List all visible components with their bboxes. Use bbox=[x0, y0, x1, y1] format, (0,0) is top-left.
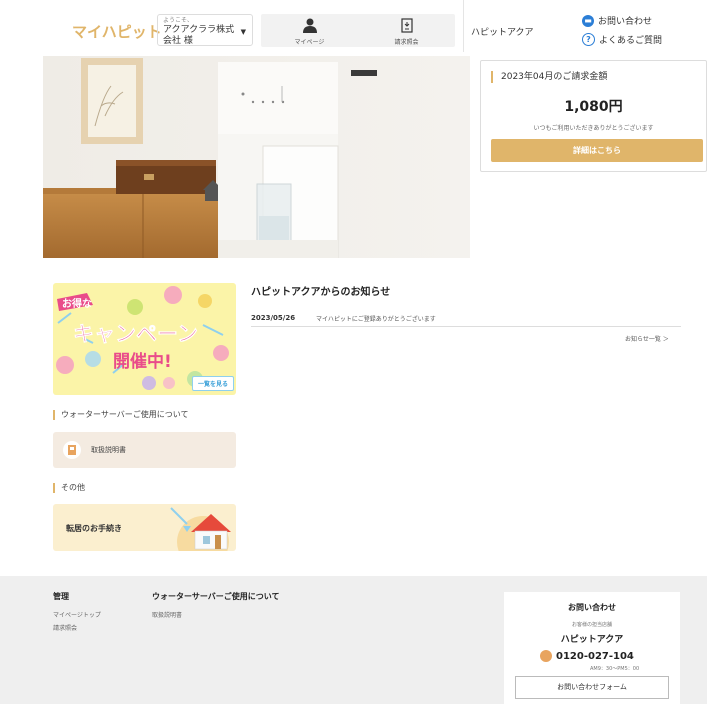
section-other: その他 bbox=[53, 483, 85, 493]
footer-contact-card: お問い合わせ お客様の担当店舗 ハピットアクア 0120-027-104 AM9… bbox=[504, 592, 680, 704]
logo[interactable]: マイハピット bbox=[72, 21, 162, 42]
billing-card: 2023年04月のご請求金額 1,080円 いつもご利用いただきありがとうござい… bbox=[480, 60, 707, 172]
footer-link-mypage[interactable]: マイページトップ bbox=[53, 610, 101, 619]
user-company-line2: 会社 様 bbox=[163, 36, 193, 46]
section-water-server: ウォーターサーバーご使用について bbox=[53, 410, 189, 420]
question-icon: ? bbox=[582, 33, 595, 46]
footer-hours: AM9：30～PM5：00 bbox=[590, 666, 640, 672]
news-text: マイハピットにご登録ありがとうございます bbox=[316, 316, 436, 323]
footer-link-manual[interactable]: 取扱説明書 bbox=[152, 610, 182, 619]
contact-link[interactable]: ▬ お問い合わせ bbox=[582, 14, 652, 27]
person-icon bbox=[302, 18, 317, 33]
campaign-line1: キャンペーン bbox=[73, 322, 198, 346]
invoice-icon bbox=[400, 18, 413, 33]
footer-link-billing[interactable]: 請求照会 bbox=[53, 623, 77, 632]
user-selector[interactable]: ようこそ、 アクアクララ株式 会社 様 ▼ bbox=[157, 14, 253, 46]
nav-mypage[interactable]: マイページ bbox=[261, 14, 358, 47]
nav-billing[interactable]: 請求照会 bbox=[358, 14, 455, 47]
caret-down-icon: ▼ bbox=[240, 28, 246, 36]
footer: 管理 マイページトップ 請求照会 ウォーターサーバーご使用について 取扱説明書 … bbox=[0, 576, 707, 704]
phone-icon bbox=[540, 650, 552, 662]
billing-amount: 1,080円 bbox=[564, 99, 623, 115]
moving-procedure-button[interactable]: 転居のお手続き bbox=[53, 504, 236, 551]
footer-contact-subtitle: お客様の担当店舗 bbox=[571, 622, 612, 628]
billing-thanks: いつもご利用いただきありがとうございます bbox=[533, 125, 654, 132]
footer-col-manage-title: 管理 bbox=[53, 592, 69, 601]
footer-phone-number: 0120-027-104 bbox=[556, 650, 634, 662]
campaign-line2: 開催中! bbox=[113, 351, 172, 372]
billing-title: 2023年04月のご請求金額 bbox=[491, 71, 607, 83]
water-server-photo bbox=[43, 56, 470, 258]
news-title: ハピットアクアからのお知らせ bbox=[251, 287, 391, 298]
main-nav: マイページ 請求照会 bbox=[261, 14, 455, 47]
footer-phone[interactable]: 0120-027-104 bbox=[540, 650, 634, 662]
footer-contact-brand: ハピットアクア bbox=[560, 635, 624, 645]
manual-book-icon bbox=[63, 441, 81, 459]
billing-details-button[interactable]: 詳細はこちら bbox=[491, 139, 703, 162]
news-more-link[interactable]: お知らせ一覧 ＞ bbox=[625, 334, 669, 343]
faq-label: よくあるご質問 bbox=[599, 36, 663, 46]
header-divider bbox=[463, 0, 464, 52]
contact-form-button[interactable]: お問い合わせフォーム bbox=[515, 676, 669, 699]
faq-link[interactable]: ? よくあるご質問 bbox=[582, 33, 662, 46]
news-item[interactable]: 2023/05/26 マイハピットにご登録ありがとうございます bbox=[251, 311, 681, 327]
header: マイハピット ようこそ、 アクアクララ株式 会社 様 ▼ マイページ 請求照会 … bbox=[0, 0, 707, 52]
chat-icon: ▬ bbox=[582, 14, 594, 27]
campaign-tag: お得な bbox=[62, 297, 92, 310]
user-welcome: ようこそ、 bbox=[163, 17, 194, 24]
manual-label: 取扱説明書 bbox=[91, 446, 126, 454]
nav-billing-label: 請求照会 bbox=[394, 39, 419, 46]
news-date: 2023/05/26 bbox=[251, 314, 296, 322]
campaign-list-button[interactable]: 一覧を見る bbox=[191, 376, 234, 391]
footer-col-water-title: ウォーターサーバーご使用について bbox=[152, 592, 280, 601]
campaign-banner[interactable]: お得な キャンペーン 開催中! 一覧を見る bbox=[53, 283, 236, 395]
nav-mypage-label: マイページ bbox=[294, 39, 325, 46]
manual-button[interactable]: 取扱説明書 bbox=[53, 432, 236, 468]
user-company-line1: アクアクララ株式 bbox=[163, 25, 235, 35]
hero-image bbox=[43, 56, 470, 258]
brand-name: ハピットアクア bbox=[471, 28, 534, 38]
moving-label: 転居のお手続き bbox=[66, 524, 122, 533]
contact-label: お問い合わせ bbox=[598, 17, 653, 27]
footer-contact-title: お問い合わせ bbox=[568, 603, 616, 612]
